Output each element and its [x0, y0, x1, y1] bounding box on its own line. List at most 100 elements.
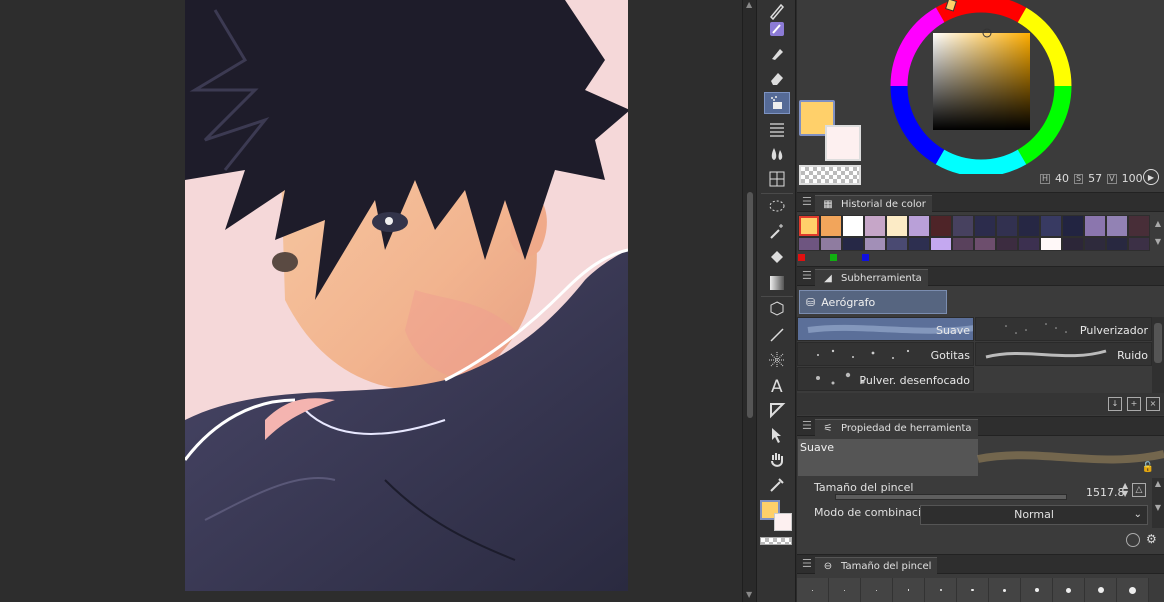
panel-menu-icon[interactable]: ☰	[802, 269, 812, 282]
history-color-swatch[interactable]	[820, 237, 842, 251]
grid-icon[interactable]	[764, 168, 790, 190]
line-icon[interactable]	[764, 324, 790, 346]
transparent-color-swatch[interactable]	[799, 165, 861, 185]
color-wheel[interactable]	[890, 0, 1072, 174]
brush-size-preset[interactable]	[957, 578, 989, 602]
history-color-swatch[interactable]	[1084, 215, 1106, 237]
tab-color-history[interactable]: ▦ Historial de color	[815, 195, 932, 213]
blend-icon[interactable]	[764, 143, 790, 165]
brush-size-preset[interactable]	[829, 578, 861, 602]
tab-brush-size[interactable]: ⊖ Tamaño del pincel	[815, 557, 938, 575]
eraser-icon[interactable]	[764, 67, 790, 89]
sub-color-swatch[interactable]	[825, 125, 861, 161]
history-color-swatch[interactable]	[1106, 237, 1128, 251]
brush-suave[interactable]: Suave	[797, 317, 974, 341]
history-color-swatch[interactable]	[908, 215, 930, 237]
pressure-triangle-icon[interactable]: △	[1132, 483, 1146, 497]
history-color-swatch[interactable]	[1084, 237, 1106, 251]
history-color-swatch[interactable]	[974, 237, 996, 251]
magic-wand-icon[interactable]	[764, 220, 790, 242]
history-color-swatch[interactable]	[1128, 237, 1150, 251]
artwork-canvas[interactable]	[185, 0, 628, 591]
eyedropper-icon[interactable]	[764, 474, 790, 496]
subtool-scrollbar[interactable]	[1152, 317, 1164, 393]
brush-size-stepper-icon[interactable]: ▲ ▼	[1122, 482, 1128, 498]
brush-size-preset[interactable]	[1053, 578, 1085, 602]
brush-size-preset[interactable]	[1117, 578, 1149, 602]
history-color-swatch[interactable]	[842, 237, 864, 251]
toolbar-sub-color[interactable]	[774, 513, 792, 531]
brush-pulver-desenfocado[interactable]: Pulver. desenfocado	[797, 367, 974, 391]
history-color-swatch[interactable]	[1018, 237, 1040, 251]
brush-size-slider[interactable]	[835, 494, 1067, 500]
marker-icon[interactable]	[764, 18, 790, 40]
history-color-swatch[interactable]	[886, 215, 908, 237]
history-color-swatch[interactable]	[1062, 215, 1084, 237]
history-color-swatch[interactable]	[1018, 215, 1040, 237]
brush-icon[interactable]	[764, 42, 790, 64]
property-scrollbar[interactable]: ▲ ▼	[1152, 478, 1164, 528]
ruler-icon[interactable]	[764, 399, 790, 421]
history-color-swatch[interactable]	[952, 215, 974, 237]
history-scrollbar[interactable]: ▲ ▼	[1152, 215, 1164, 251]
decoration-icon[interactable]	[764, 118, 790, 140]
history-color-swatch[interactable]	[996, 237, 1018, 251]
canvas-vertical-scrollbar[interactable]: ▲ ▼	[742, 0, 756, 602]
lock-icon[interactable]: 🔓	[1142, 462, 1154, 473]
wrench-icon[interactable]: ⚙	[1146, 532, 1157, 546]
green-chip[interactable]	[830, 254, 837, 261]
color-mode-toggle-icon[interactable]: ▶	[1143, 169, 1159, 185]
delete-icon[interactable]: ×	[1146, 397, 1160, 411]
history-color-swatch[interactable]	[1040, 215, 1062, 237]
toolbar-transparent-color[interactable]	[760, 537, 792, 545]
import-icon[interactable]: ↓	[1108, 397, 1122, 411]
brush-size-value[interactable]: 1517.8	[1086, 486, 1125, 499]
red-chip[interactable]	[798, 254, 805, 261]
tab-tool-property[interactable]: ⚟ Propiedad de herramienta	[815, 419, 978, 437]
brush-size-preset[interactable]	[925, 578, 957, 602]
history-color-swatch[interactable]	[952, 237, 974, 251]
brush-size-preset[interactable]	[1085, 578, 1117, 602]
brush-gotitas[interactable]: Gotitas	[797, 342, 974, 366]
3d-object-icon[interactable]	[764, 298, 790, 320]
history-color-swatch[interactable]	[1128, 215, 1150, 237]
fill-icon[interactable]	[764, 246, 790, 268]
hand-icon[interactable]	[764, 449, 790, 471]
tab-subtool[interactable]: ◢ Subherramienta	[815, 269, 928, 287]
history-color-swatch[interactable]	[974, 215, 996, 237]
history-color-swatch[interactable]	[996, 215, 1018, 237]
operation-icon[interactable]	[764, 424, 790, 446]
history-color-swatch[interactable]	[798, 237, 820, 251]
scroll-down-icon[interactable]: ▼	[746, 590, 752, 599]
brush-size-preset[interactable]	[989, 578, 1021, 602]
brush-size-preset[interactable]	[1021, 578, 1053, 602]
history-color-swatch[interactable]	[798, 215, 820, 237]
figure-icon[interactable]	[764, 349, 790, 371]
duplicate-icon[interactable]: +	[1127, 397, 1141, 411]
history-color-swatch[interactable]	[842, 215, 864, 237]
history-color-swatch[interactable]	[820, 215, 842, 237]
panel-menu-icon[interactable]: ☰	[802, 557, 812, 570]
brush-pulverizador[interactable]: Pulverizador	[975, 317, 1152, 341]
brush-size-preset[interactable]	[893, 578, 925, 602]
history-color-swatch[interactable]	[1040, 237, 1062, 251]
reset-icon[interactable]	[1126, 533, 1140, 547]
brush-size-preset[interactable]	[797, 578, 829, 602]
scroll-thumb[interactable]	[747, 192, 753, 418]
history-color-swatch[interactable]	[930, 237, 952, 251]
history-color-swatch[interactable]	[1106, 215, 1128, 237]
history-color-swatch[interactable]	[908, 237, 930, 251]
history-color-swatch[interactable]	[864, 237, 886, 251]
gradient-icon[interactable]	[764, 272, 790, 294]
canvas-area[interactable]	[0, 0, 742, 602]
history-color-swatch[interactable]	[930, 215, 952, 237]
panel-menu-icon[interactable]: ☰	[802, 195, 812, 208]
lasso-icon[interactable]	[764, 196, 790, 218]
history-color-swatch[interactable]	[864, 215, 886, 237]
panel-menu-icon[interactable]: ☰	[802, 419, 812, 432]
brush-ruido[interactable]: Ruido	[975, 342, 1152, 366]
brush-size-preset[interactable]	[861, 578, 893, 602]
subtool-group-airbrush[interactable]: ⛁ Aerógrafo	[799, 290, 947, 314]
history-color-swatch[interactable]	[886, 237, 908, 251]
history-color-swatch[interactable]	[1062, 237, 1084, 251]
